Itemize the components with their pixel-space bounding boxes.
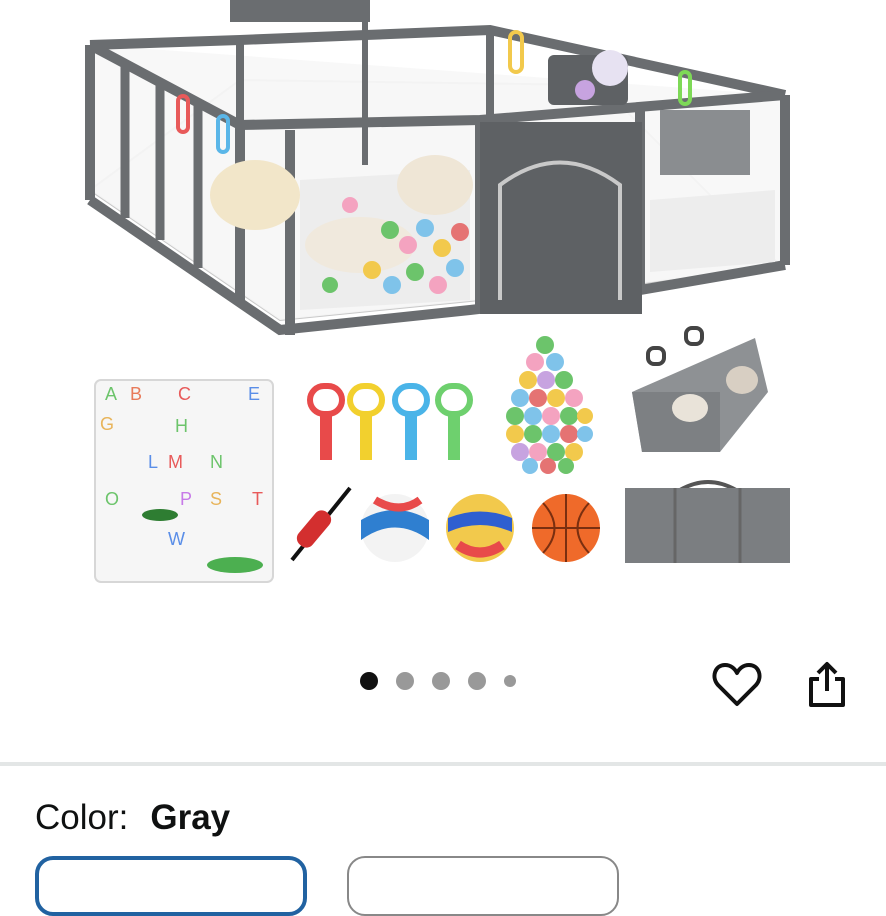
play-mat: A B C E G H L M N O P S T W	[94, 379, 274, 583]
share-icon	[809, 662, 845, 707]
svg-text:S: S	[210, 489, 222, 509]
color-swatch-gray[interactable]	[35, 856, 307, 916]
storage-basket	[632, 326, 768, 452]
carousel-indicator	[360, 672, 516, 690]
carousel-dot-5[interactable]	[504, 675, 516, 687]
color-value: Gray	[150, 798, 231, 837]
share-button[interactable]	[797, 655, 857, 715]
svg-text:C: C	[178, 384, 191, 404]
color-selection: Color: Gray	[35, 798, 230, 838]
svg-text:O: O	[105, 489, 119, 509]
wishlist-button[interactable]	[707, 655, 767, 715]
carry-bag	[625, 480, 790, 563]
air-pump	[290, 486, 352, 562]
balls	[361, 494, 600, 562]
carousel-dot-3[interactable]	[432, 672, 450, 690]
svg-text:H: H	[175, 416, 188, 436]
svg-text:N: N	[210, 452, 223, 472]
playpen	[85, 0, 790, 336]
svg-text:W: W	[168, 529, 185, 549]
svg-text:T: T	[252, 489, 263, 509]
svg-text:E: E	[248, 384, 260, 404]
color-swatch-option-2[interactable]	[347, 856, 619, 916]
svg-text:P: P	[180, 489, 192, 509]
section-divider	[0, 762, 886, 766]
carousel-dot-2[interactable]	[396, 672, 414, 690]
svg-text:L: L	[148, 452, 158, 472]
svg-text:B: B	[130, 384, 142, 404]
svg-text:G: G	[100, 414, 114, 434]
carousel-dot-1[interactable]	[360, 672, 378, 690]
color-label: Color:	[35, 798, 129, 837]
svg-text:M: M	[168, 452, 183, 472]
ball-pile	[506, 336, 593, 474]
carousel-dot-4[interactable]	[468, 672, 486, 690]
heart-icon	[712, 663, 762, 706]
pull-rings	[307, 383, 473, 460]
svg-text:A: A	[105, 384, 117, 404]
product-image[interactable]: A B C E G H L M N O P S T W	[0, 0, 886, 640]
